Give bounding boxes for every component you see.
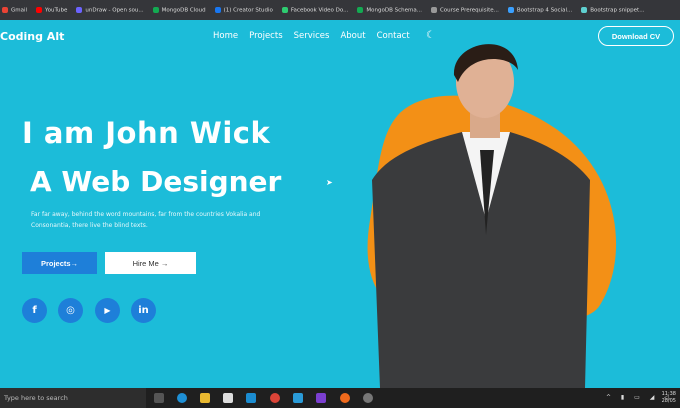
- file-explorer-icon[interactable]: [200, 393, 210, 403]
- edge-icon[interactable]: [177, 393, 187, 403]
- bookmark-favicon-icon: [36, 6, 43, 13]
- bookmark-item[interactable]: unDraw - Open sou...: [76, 6, 144, 14]
- visual-studio-icon[interactable]: [316, 393, 326, 403]
- bookmark-item[interactable]: MongoDB Cloud: [152, 6, 206, 14]
- bookmark-favicon-icon: [430, 6, 437, 13]
- bookmarks-bar: Gmail YouTube unDraw - Open sou... MongoDB …: [0, 0, 680, 20]
- notepad-icon[interactable]: [223, 393, 233, 403]
- nav-projects[interactable]: Projects: [249, 31, 283, 41]
- bookmark-label: Gmail: [11, 7, 28, 14]
- taskbar-search[interactable]: Type here to search: [0, 388, 146, 408]
- main-nav: Home Projects Services About Contact: [213, 31, 410, 41]
- download-cv-button[interactable]: Download CV: [598, 26, 674, 46]
- portrait-image: [367, 44, 617, 388]
- moon-icon[interactable]: ☾: [426, 30, 435, 41]
- bookmark-item[interactable]: Facebook Video Do...: [281, 6, 349, 14]
- nav-home[interactable]: Home: [213, 31, 238, 41]
- nav-about[interactable]: About: [340, 31, 365, 41]
- bookmark-favicon-icon: [507, 6, 514, 13]
- recorder-icon[interactable]: [363, 393, 373, 403]
- taskbar: Type here to search ^ ▮ ▭ ◢ ◁ 11:38 28/05: [0, 388, 680, 408]
- nav-services[interactable]: Services: [294, 31, 330, 41]
- bookmark-item[interactable]: Gmail: [2, 6, 28, 14]
- facebook-icon[interactable]: f: [22, 298, 47, 323]
- instagram-icon[interactable]: ◎: [58, 298, 83, 323]
- bookmark-label: MongoDB Cloud: [161, 7, 206, 14]
- clock[interactable]: 11:38 28/05: [662, 391, 676, 405]
- mouse-cursor-icon: ➤: [326, 178, 333, 187]
- bookmark-favicon-icon: [357, 6, 364, 13]
- projects-button[interactable]: Projects→: [22, 252, 97, 274]
- bookmark-favicon-icon: [581, 6, 588, 13]
- bookmark-label: YouTube: [45, 7, 68, 14]
- bookmark-label: Bootstrap snippet...: [590, 7, 645, 14]
- bookmark-item[interactable]: YouTube: [36, 6, 68, 14]
- hero-paragraph: Far far away, behind the word mountains,…: [31, 211, 261, 229]
- bookmark-favicon-icon: [214, 6, 221, 13]
- task-view-icon[interactable]: [154, 393, 164, 403]
- clock-time: 11:38: [661, 391, 676, 397]
- firefox-icon[interactable]: [340, 393, 350, 403]
- bookmark-item[interactable]: Bootstrap snippet...: [581, 6, 645, 14]
- bookmark-label: MongoDB Schema...: [366, 7, 422, 14]
- bookmark-favicon-icon: [76, 6, 83, 13]
- bookmark-label: unDraw - Open sou...: [85, 7, 144, 14]
- hire-me-button[interactable]: Hire Me →: [105, 252, 196, 274]
- hero-subtitle: A Web Designer: [30, 165, 282, 198]
- youtube-icon[interactable]: ▶: [95, 298, 120, 323]
- nav-contact[interactable]: Contact: [377, 31, 410, 41]
- bookmark-item[interactable]: Course Prerequisite...: [430, 6, 499, 14]
- bookmark-item[interactable]: MongoDB Schema...: [357, 6, 422, 14]
- store-icon[interactable]: [246, 393, 256, 403]
- hero-title: I am John Wick: [22, 116, 271, 150]
- bookmark-item[interactable]: Bootstrap 4 Social...: [507, 6, 573, 14]
- site-logo[interactable]: Coding Alt: [0, 30, 64, 43]
- bookmark-favicon-icon: [2, 6, 8, 13]
- bookmark-label: Course Prerequisite...: [439, 7, 499, 14]
- bookmark-label: (1) Creator Studio: [223, 7, 273, 14]
- chrome-icon[interactable]: [270, 393, 280, 403]
- linkedin-icon[interactable]: in: [131, 298, 156, 323]
- bookmark-item[interactable]: (1) Creator Studio: [214, 6, 273, 14]
- bookmark-favicon-icon: [281, 6, 288, 13]
- bookmark-favicon-icon: [152, 6, 159, 13]
- vscode-icon[interactable]: [293, 393, 303, 403]
- bookmark-label: Bootstrap 4 Social...: [516, 7, 573, 14]
- hero-section: ➤: [0, 20, 680, 388]
- bookmark-label: Facebook Video Do...: [290, 7, 349, 14]
- clock-date: 28/05: [661, 398, 676, 404]
